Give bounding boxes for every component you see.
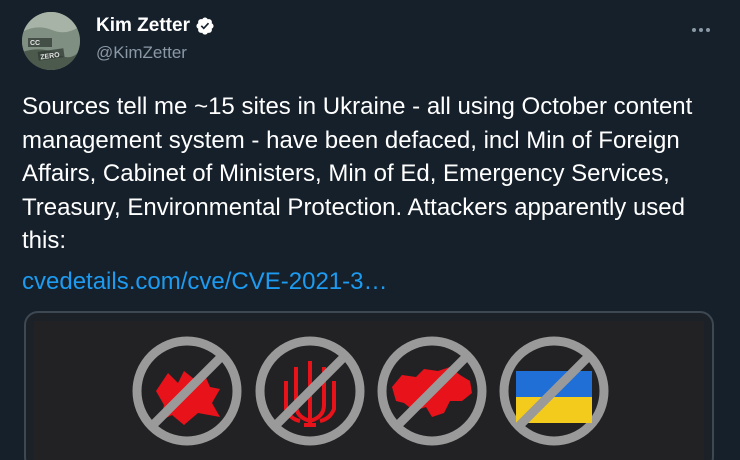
author-name-row: Kim Zetter — [96, 14, 215, 38]
media-card[interactable] — [24, 311, 714, 460]
verified-badge-icon — [195, 16, 215, 36]
crossed-out-trident-icon — [255, 336, 365, 446]
author-handle[interactable]: @KimZetter — [96, 42, 187, 64]
more-options-button[interactable] — [683, 16, 719, 44]
more-dot-icon — [699, 28, 703, 32]
tweet-card: CC ZERO Kim Zetter @KimZetter Sources te… — [0, 0, 740, 460]
media-image — [34, 321, 704, 460]
tweet-link[interactable]: cvedetails.com/cve/CVE-2021-3… — [22, 265, 387, 298]
avatar-image: CC ZERO — [22, 12, 80, 70]
crossed-out-red-symbol-icon — [132, 336, 242, 446]
more-dot-icon — [706, 28, 710, 32]
tweet-text: Sources tell me ~15 sites in Ukraine - a… — [22, 93, 693, 254]
crossed-out-ukraine-map-icon — [377, 336, 487, 446]
more-dot-icon — [692, 28, 696, 32]
crossed-out-ukraine-flag-icon — [499, 336, 609, 446]
author-avatar[interactable]: CC ZERO — [22, 12, 80, 70]
author-display-name[interactable]: Kim Zetter — [96, 14, 190, 38]
avatar-text-cc: CC — [30, 40, 40, 47]
